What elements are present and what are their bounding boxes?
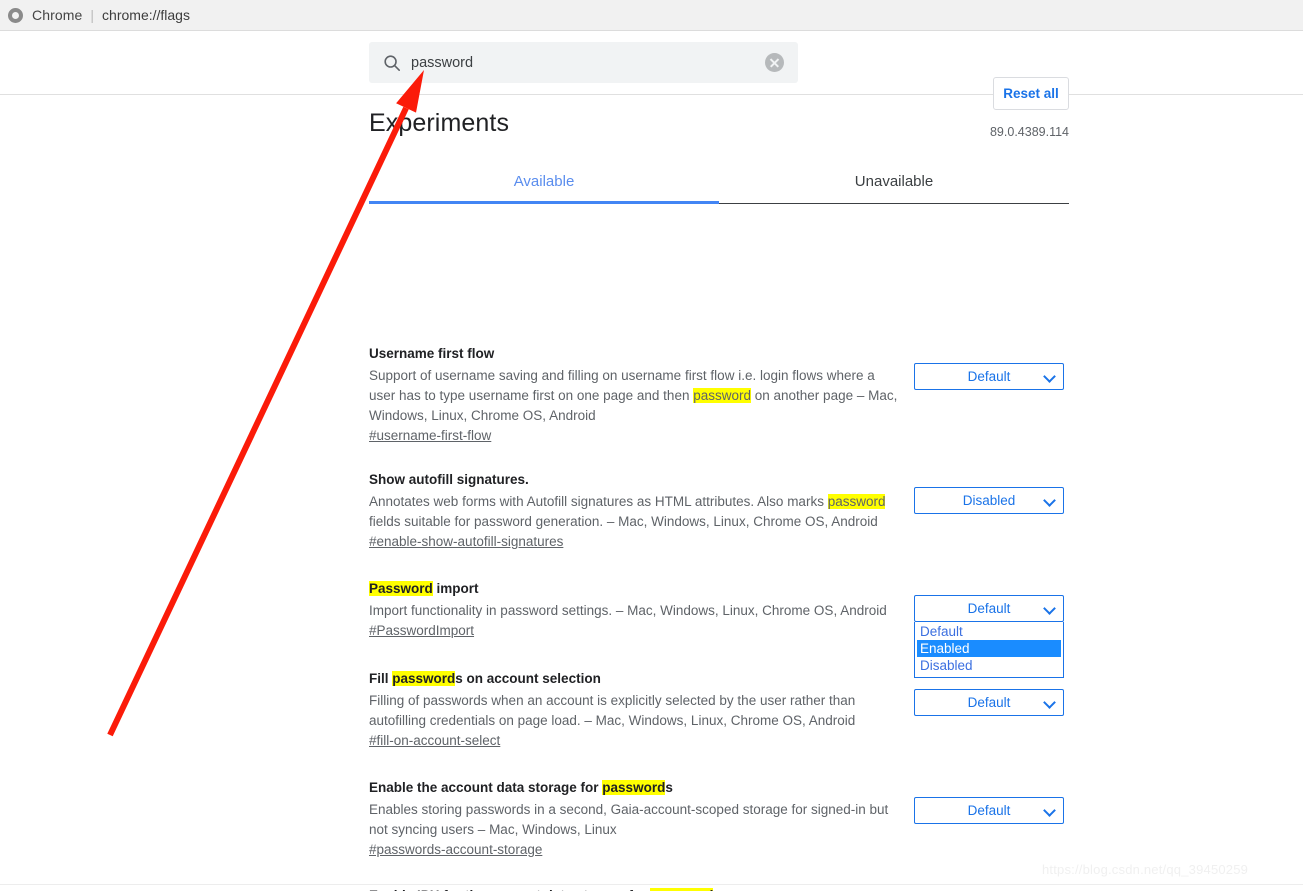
annotation-arrow [107, 70, 424, 737]
chevron-down-icon [1043, 804, 1056, 817]
tab-bar: Available Unavailable [369, 163, 1069, 203]
flag-description: Annotates web forms with Autofill signat… [369, 494, 886, 529]
flag-text-block: Enable the account data storage for pass… [369, 778, 899, 859]
flag-title: Username first flow [369, 346, 495, 361]
flag-description: Enables storing passwords in a second, G… [369, 802, 889, 837]
flag-select-value: Default [967, 601, 1011, 616]
tab-available[interactable]: Available [369, 163, 719, 190]
flag-title: Fill passwords on account selection [369, 671, 601, 686]
tab-active-indicator [369, 201, 719, 204]
chevron-down-icon [1043, 370, 1056, 383]
flag-select-wrapper: Default [914, 689, 1064, 716]
flag-permalink[interactable]: #enable-show-autofill-signatures [369, 534, 563, 549]
flag-title: Enable IPH for the account data storage … [369, 886, 899, 891]
page-url-label: chrome://flags [102, 7, 190, 23]
flag-text-block: Enable IPH for the account data storage … [369, 886, 899, 891]
flag-title: Show autofill signatures. [369, 472, 529, 487]
flag-select-value: Disabled [962, 493, 1016, 508]
select-option[interactable]: Default [917, 623, 1061, 640]
chrome-logo-icon [8, 7, 23, 23]
flag-description: Support of username saving and filling o… [369, 368, 898, 423]
flag-text-block: Username first flow Support of username s… [369, 344, 899, 445]
flag-permalink[interactable]: #PasswordImport [369, 623, 474, 638]
search-icon [383, 54, 401, 72]
flag-select-wrapper: Default [914, 363, 1064, 390]
flag-permalink[interactable]: #fill-on-account-select [369, 733, 500, 748]
flag-text-block: Fill passwords on account selection Filli… [369, 669, 899, 750]
flag-title: Password import [369, 581, 479, 596]
flag-select[interactable]: Default [914, 689, 1064, 716]
flag-select[interactable]: Default [914, 363, 1064, 390]
reset-all-button[interactable]: Reset all [993, 77, 1069, 110]
flag-permalink[interactable]: #username-first-flow [369, 428, 491, 443]
flag-select-wrapper: Default Default Enabled Disabled [914, 595, 1064, 678]
flag-permalink[interactable]: #passwords-account-storage [369, 842, 542, 857]
chevron-down-icon [1043, 494, 1056, 507]
flag-select-value: Default [967, 369, 1011, 384]
chevron-down-icon [1043, 602, 1056, 615]
version-label: 89.0.4389.114 [989, 125, 1069, 139]
flag-text-block: Show autofill signatures. Annotates web f… [369, 470, 899, 551]
flag-select[interactable]: Disabled [914, 487, 1064, 514]
flag-select-wrapper: Disabled [914, 487, 1064, 514]
flag-select-value: Default [967, 803, 1011, 818]
browser-header-bar: Chrome | chrome://flags [0, 0, 1303, 31]
flag-description: Import functionality in password setting… [369, 603, 887, 618]
flag-select[interactable]: Default [914, 797, 1064, 824]
header-separator: | [90, 7, 95, 23]
search-input[interactable] [411, 54, 765, 71]
flag-description: Filling of passwords when an account is … [369, 693, 856, 728]
flag-select[interactable]: Default [914, 595, 1064, 622]
bottom-divider [0, 884, 1303, 885]
select-option[interactable]: Disabled [917, 657, 1061, 674]
search-row: Reset all [0, 31, 1303, 110]
select-option[interactable]: Enabled [917, 640, 1061, 657]
app-name-label: Chrome [32, 7, 83, 23]
search-box[interactable] [369, 42, 798, 83]
clear-icon[interactable] [765, 53, 784, 72]
flag-title: Enable the account data storage for pass… [369, 780, 673, 795]
page-title: Experiments [369, 109, 510, 137]
flag-text-block: Password import Import functionality in p… [369, 579, 899, 640]
flag-select-value: Default [967, 695, 1011, 710]
chevron-down-icon [1043, 696, 1056, 709]
tab-unavailable[interactable]: Unavailable [719, 163, 1069, 190]
watermark-text: https://blog.csdn.net/qq_39450259 [1042, 862, 1249, 877]
flag-select-dropdown[interactable]: Default Enabled Disabled [914, 622, 1064, 678]
flag-select-wrapper: Default [914, 797, 1064, 824]
